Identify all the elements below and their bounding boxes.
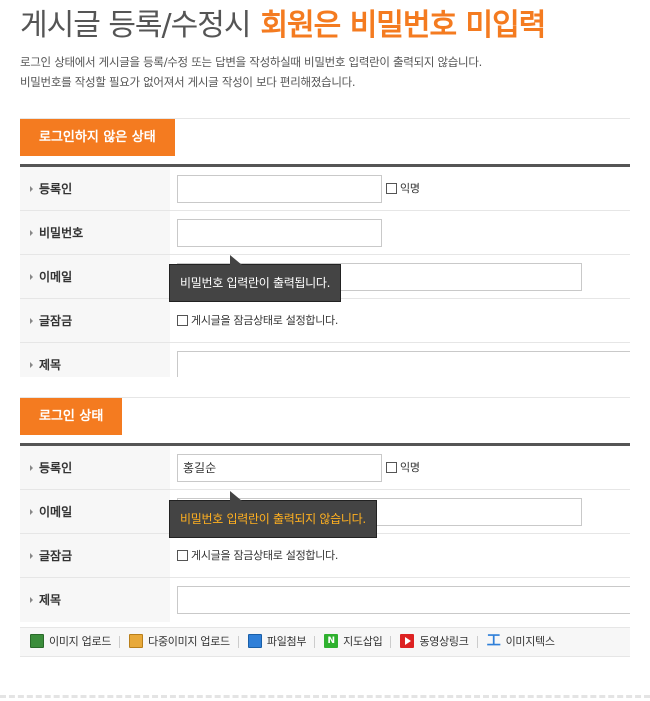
- bullet-arrow-icon: [30, 273, 33, 280]
- checkbox-icon[interactable]: [386, 461, 397, 473]
- page-title-main: 게시글 등록/수정시: [20, 8, 251, 43]
- author-label: 등록인: [20, 446, 170, 489]
- lock-label: 글잠금: [20, 534, 170, 577]
- bullet-arrow-icon: [30, 464, 33, 471]
- video-icon: [400, 634, 415, 648]
- lock-row: 글잠금 게시글을 잠금상태로 설정합니다.: [20, 299, 630, 343]
- lock-checkbox[interactable]: 게시글을 잠금상태로 설정합니다.: [177, 299, 338, 343]
- bullet-arrow-icon: [30, 552, 33, 559]
- text-image-icon: 工: [486, 633, 501, 649]
- logged-out-tag: 로그인하지 않은 상태: [20, 119, 175, 156]
- lock-label: 글잠금: [20, 299, 170, 342]
- checkbox-icon[interactable]: [177, 549, 188, 561]
- email-label: 이메일: [20, 255, 170, 298]
- folder-images-icon: [129, 634, 144, 648]
- logged-in-tag: 로그인 상태: [20, 398, 123, 435]
- subject-input[interactable]: [177, 586, 630, 614]
- password-hidden-tooltip: 비밀번호 입력란이 출력되지 않습니다.: [169, 491, 377, 538]
- bullet-arrow-icon: [30, 185, 33, 192]
- author-input[interactable]: 홍길순: [177, 454, 382, 482]
- panel-header: 로그인하지 않은 상태: [20, 119, 630, 167]
- description-line-2: 비밀번호를 작성할 필요가 없어져서 게시글 작성이 보다 편리해졌습니다.: [20, 75, 356, 89]
- file-icon: [247, 634, 262, 648]
- subject-input[interactable]: [177, 351, 630, 377]
- bullet-arrow-icon: [30, 229, 33, 236]
- subject-label: 제목: [20, 343, 170, 377]
- anonymous-checkbox[interactable]: 익명: [386, 446, 420, 490]
- page-description: 로그인 상태에서 게시글을 등록/수정 또는 답변을 작성하실때 비밀번호 입력…: [20, 52, 482, 92]
- logged-out-form-panel: 로그인하지 않은 상태 등록인 익명 비밀번호 이메일 글잠금 게시글을 잠금상…: [20, 118, 630, 377]
- map-insert-button[interactable]: N 지도삽입: [314, 628, 390, 656]
- anonymous-checkbox[interactable]: 익명: [386, 167, 420, 211]
- checkbox-icon[interactable]: [386, 182, 397, 194]
- bullet-arrow-icon: [30, 361, 33, 368]
- bullet-arrow-icon: [30, 596, 33, 603]
- panel-header: 로그인 상태: [20, 398, 630, 446]
- video-link-button[interactable]: 동영상링크: [390, 628, 476, 656]
- multi-image-upload-button[interactable]: 다중이미지 업로드: [119, 628, 238, 656]
- editor-toolbar: 이미지 업로드 다중이미지 업로드 파일첨부 N 지도삽입 동영상링크 工 이미지텍스: [20, 627, 630, 657]
- page-title: 게시글 등록/수정시 회원은 비밀번호 미입력: [20, 0, 546, 43]
- subject-label: 제목: [20, 578, 170, 622]
- image-upload-button[interactable]: 이미지 업로드: [20, 628, 119, 656]
- lock-row: 글잠금 게시글을 잠금상태로 설정합니다.: [20, 534, 630, 578]
- checkbox-icon[interactable]: [177, 314, 188, 326]
- page-title-highlight: 회원은 비밀번호 미입력: [260, 8, 546, 43]
- tooltip-pointer: [230, 255, 242, 265]
- subject-row: 제목: [20, 578, 630, 622]
- email-label: 이메일: [20, 490, 170, 533]
- lock-checkbox[interactable]: 게시글을 잠금상태로 설정합니다.: [177, 534, 338, 578]
- password-row: 비밀번호: [20, 211, 630, 255]
- author-row: 등록인 익명: [20, 167, 630, 211]
- password-input[interactable]: [177, 219, 382, 247]
- tooltip-pointer: [230, 491, 242, 501]
- bottom-divider: [0, 695, 650, 698]
- naver-map-icon: N: [324, 634, 339, 648]
- author-label: 등록인: [20, 167, 170, 210]
- bullet-arrow-icon: [30, 508, 33, 515]
- file-attach-button[interactable]: 파일첨부: [237, 628, 314, 656]
- password-label: 비밀번호: [20, 211, 170, 254]
- password-shown-tooltip: 비밀번호 입력란이 출력됩니다.: [169, 255, 342, 302]
- subject-row: 제목: [20, 343, 630, 377]
- image-icon: [30, 634, 44, 648]
- description-line-1: 로그인 상태에서 게시글을 등록/수정 또는 답변을 작성하실때 비밀번호 입력…: [20, 55, 482, 69]
- author-row: 등록인 홍길순 익명: [20, 446, 630, 490]
- image-text-button[interactable]: 工 이미지텍스: [476, 628, 563, 656]
- bullet-arrow-icon: [30, 317, 33, 324]
- author-input[interactable]: [177, 175, 382, 203]
